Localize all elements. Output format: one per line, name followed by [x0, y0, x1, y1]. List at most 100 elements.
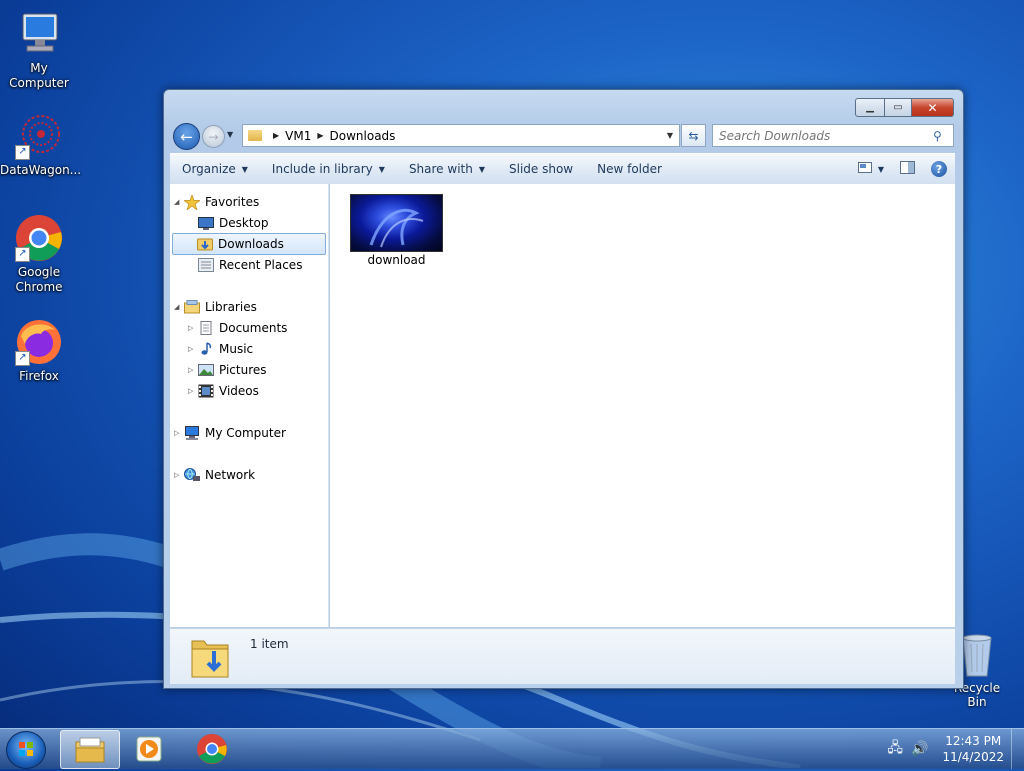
tree-desktop[interactable]: Desktop: [198, 213, 269, 233]
search-box[interactable]: ⚲: [712, 124, 954, 147]
new-folder-button[interactable]: New folder: [585, 162, 674, 176]
clock[interactable]: 12:43 PM 11/4/2022: [942, 733, 1004, 765]
desktop-icon-datawagon[interactable]: ↗ DataWagon...: [0, 112, 82, 178]
file-explorer-icon: [75, 737, 105, 762]
tree-label: Network: [205, 468, 256, 482]
computer-icon: [184, 426, 200, 440]
tree-videos[interactable]: ▷ Videos: [188, 381, 259, 401]
address-dropdown[interactable]: ▼: [661, 131, 679, 140]
image-thumbnail: [350, 194, 443, 252]
expand-arrow-icon[interactable]: ◢: [174, 303, 184, 311]
navigation-pane: ◢ Favorites Desktop Downloads Recent Pla…: [170, 184, 329, 627]
view-icon: [857, 162, 872, 173]
tree-recent-places[interactable]: Recent Places: [198, 255, 302, 275]
explorer-window[interactable]: ▁ ▭ ✕ ← → ▼ ▶ VM1 ▶ Downloads ▼ ⇆ ⚲ Orga…: [163, 89, 964, 689]
network-icon: [184, 468, 200, 482]
arrow-left-icon: ←: [180, 127, 193, 146]
item-count: 1 item: [250, 637, 289, 651]
expand-arrow-icon[interactable]: ▷: [188, 366, 198, 374]
desktop-icon-my-computer[interactable]: My Computer: [0, 10, 78, 91]
taskbar: 🖧 🔊 12:43 PM 11/4/2022: [0, 728, 1024, 769]
help-icon: ?: [935, 162, 943, 176]
minimize-icon: ▁: [866, 102, 874, 113]
desktop-icon-google-chrome[interactable]: ↗ Google Chrome: [0, 214, 78, 295]
forward-button[interactable]: →: [202, 125, 225, 148]
tree-network[interactable]: ▷ Network: [174, 465, 255, 485]
chevron-right-icon[interactable]: ▶: [273, 131, 279, 140]
breadcrumb-downloads[interactable]: Downloads: [330, 129, 396, 143]
close-button[interactable]: ✕: [912, 98, 954, 117]
tree-documents[interactable]: ▷ Documents: [188, 318, 287, 338]
taskbar-chrome[interactable]: [183, 730, 241, 767]
view-options-dropdown[interactable]: ▼: [878, 165, 884, 174]
network-status-icon[interactable]: 🖧: [887, 737, 903, 761]
details-pane: 1 item: [170, 628, 955, 684]
expand-arrow-icon[interactable]: ▷: [174, 429, 184, 437]
chevron-down-icon: ▼: [478, 164, 485, 174]
chevron-right-icon[interactable]: ▶: [317, 131, 323, 140]
expand-arrow-icon[interactable]: ▷: [174, 471, 184, 479]
tree-my-computer[interactable]: ▷ My Computer: [174, 423, 286, 443]
command-bar: Organize ▼ Include in library ▼ Share with…: [170, 153, 955, 185]
desktop-icon: [198, 216, 214, 230]
chevron-down-icon: ▼: [378, 164, 385, 174]
share-with-menu[interactable]: Share with ▼: [397, 162, 497, 176]
back-button[interactable]: ←: [173, 123, 200, 150]
desktop-icon-firefox[interactable]: ↗ Firefox: [0, 318, 78, 384]
change-view-button[interactable]: [857, 162, 872, 176]
slide-show-button[interactable]: Slide show: [497, 162, 585, 176]
tree-label: Libraries: [205, 300, 257, 314]
organize-label: Organize: [182, 162, 236, 176]
refresh-button[interactable]: ⇆: [681, 124, 706, 147]
expand-arrow-icon[interactable]: ▷: [188, 324, 198, 332]
file-list[interactable]: download: [330, 184, 955, 627]
tree-downloads[interactable]: Downloads: [172, 233, 326, 255]
help-button[interactable]: ?: [931, 161, 947, 177]
address-bar[interactable]: ▶ VM1 ▶ Downloads ▼: [242, 124, 680, 147]
refresh-icon: ⇆: [688, 128, 699, 143]
search-icon[interactable]: ⚲: [933, 129, 949, 143]
downloads-folder-icon: [197, 237, 213, 251]
tree-label: My Computer: [205, 426, 286, 440]
expand-arrow-icon[interactable]: ◢: [174, 198, 184, 206]
tree-music[interactable]: ▷ Music: [188, 339, 253, 359]
computer-icon: [15, 10, 63, 58]
media-player-icon: [136, 736, 162, 761]
chevron-down-icon: ▼: [241, 164, 248, 174]
include-in-library-menu[interactable]: Include in library ▼: [260, 162, 397, 176]
desktop-icon-label: DataWagon...: [0, 163, 82, 177]
tree-favorites[interactable]: ◢ Favorites: [174, 192, 259, 212]
datawagon-logo-icon: ↗: [15, 112, 63, 160]
desktop-icon-label: Google Chrome: [15, 265, 63, 294]
search-input[interactable]: [713, 127, 933, 144]
libraries-icon: [184, 300, 200, 314]
volume-icon[interactable]: 🔊: [911, 741, 928, 757]
tree-label: Desktop: [219, 216, 269, 230]
tree-label: Documents: [219, 321, 288, 335]
chrome-icon: [197, 733, 227, 764]
include-in-library-label: Include in library: [271, 162, 373, 176]
breadcrumb-vm1[interactable]: VM1: [285, 129, 311, 143]
taskbar-explorer[interactable]: [60, 730, 120, 769]
expand-arrow-icon[interactable]: ▷: [188, 387, 198, 395]
chevron-down-icon: ▼: [227, 130, 234, 139]
tree-label: Favorites: [205, 195, 260, 209]
recent-pages-dropdown[interactable]: ▼: [227, 130, 233, 139]
preview-pane-button[interactable]: [900, 161, 915, 177]
minimize-button[interactable]: ▁: [855, 98, 885, 117]
organize-menu[interactable]: Organize ▼: [170, 162, 260, 176]
documents-icon: [198, 321, 214, 335]
recent-places-icon: [198, 258, 214, 272]
tree-label: Recent Places: [219, 258, 303, 272]
tree-libraries[interactable]: ◢ Libraries: [174, 297, 257, 317]
windows-logo-icon: [19, 742, 33, 756]
start-button[interactable]: [6, 731, 46, 769]
taskbar-media-player[interactable]: [120, 730, 178, 767]
pictures-icon: [198, 363, 214, 377]
file-item-label: download: [367, 253, 426, 267]
arrow-right-icon: →: [208, 129, 219, 144]
show-desktop-button[interactable]: [1011, 729, 1024, 769]
tree-pictures[interactable]: ▷ Pictures: [188, 360, 267, 380]
expand-arrow-icon[interactable]: ▷: [188, 345, 198, 353]
maximize-button[interactable]: ▭: [885, 98, 912, 117]
